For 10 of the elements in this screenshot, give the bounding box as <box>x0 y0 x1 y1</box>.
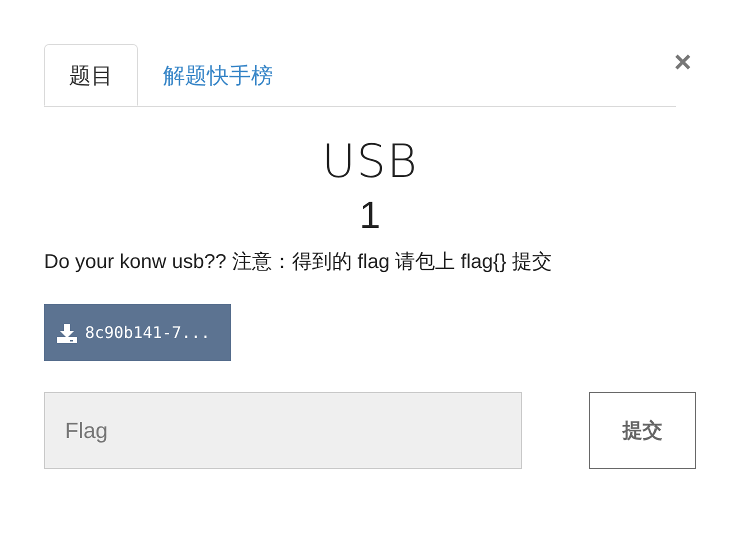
tab[interactable]: 题目 <box>44 44 138 106</box>
tab[interactable]: 解题快手榜 <box>138 44 298 106</box>
submit-button[interactable]: 提交 <box>589 392 696 469</box>
download-icon <box>57 322 77 342</box>
challenge-title: USB <box>320 133 420 189</box>
challenge-points: 1 <box>358 194 382 239</box>
close-button[interactable]: × <box>674 48 692 78</box>
flag-input-field[interactable]: Flag <box>44 392 522 469</box>
file-download-button[interactable]: 8c90b141-7... <box>44 304 231 361</box>
challenge-description: Do your konw usb?? 注意：得到的 flag 请包上 flag{} 提交 <box>44 250 553 275</box>
